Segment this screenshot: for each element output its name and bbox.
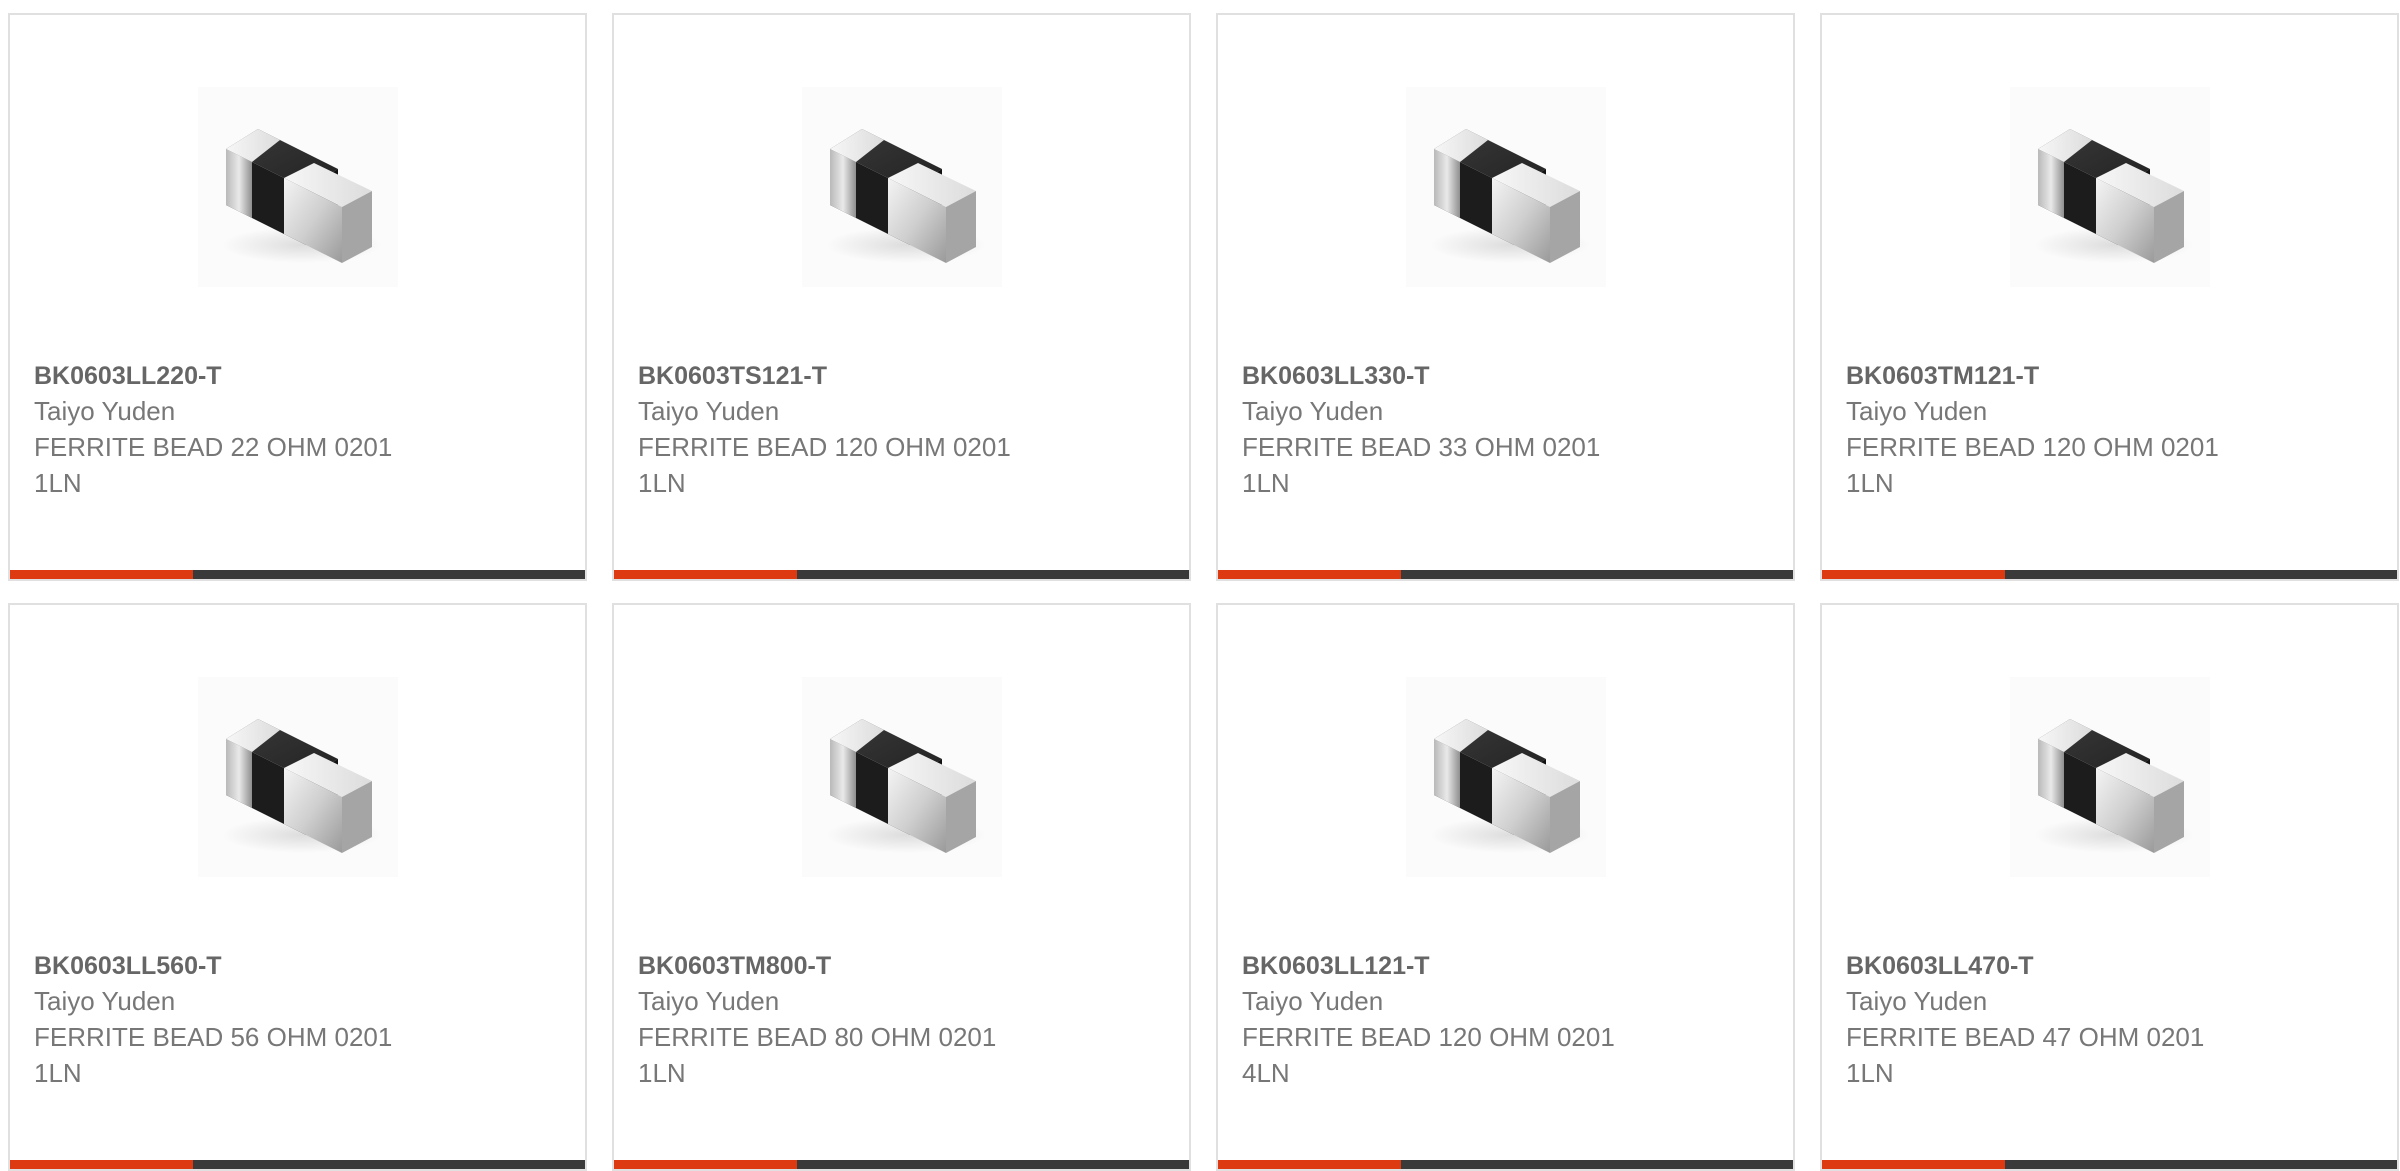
product-card[interactable]: BK0603TM800-T Taiyo Yuden FERRITE BEAD 8… — [612, 603, 1191, 1171]
part-number[interactable]: BK0603TS121-T — [638, 359, 1173, 393]
product-image[interactable] — [198, 677, 398, 877]
description: FERRITE BEAD 80 OHM 0201 — [638, 1022, 997, 1052]
card-footer-bar — [614, 570, 1189, 579]
card-footer-accent — [1822, 1160, 2005, 1169]
description: FERRITE BEAD 22 OHM 0201 — [34, 432, 393, 462]
part-number[interactable]: BK0603LL220-T — [34, 359, 569, 393]
description: FERRITE BEAD 120 OHM 0201 — [638, 432, 1011, 462]
product-info: BK0603TM800-T Taiyo Yuden FERRITE BEAD 8… — [638, 949, 1173, 1091]
product-info: BK0603LL330-T Taiyo Yuden FERRITE BEAD 3… — [1242, 359, 1777, 501]
card-footer-bar — [614, 1160, 1189, 1169]
manufacturer: Taiyo Yuden — [34, 986, 176, 1016]
line-count: 1LN — [34, 468, 82, 498]
part-number[interactable]: BK0603LL560-T — [34, 949, 569, 983]
card-footer-bar — [10, 570, 585, 579]
product-image[interactable] — [802, 87, 1002, 287]
ferrite-bead-chip-icon — [222, 129, 382, 263]
manufacturer: Taiyo Yuden — [1242, 986, 1384, 1016]
product-info: BK0603LL470-T Taiyo Yuden FERRITE BEAD 4… — [1846, 949, 2381, 1091]
description: FERRITE BEAD 33 OHM 0201 — [1242, 432, 1601, 462]
part-number[interactable]: BK0603LL121-T — [1242, 949, 1777, 983]
product-info: BK0603LL121-T Taiyo Yuden FERRITE BEAD 1… — [1242, 949, 1777, 1091]
ferrite-bead-chip-icon — [2034, 719, 2194, 853]
product-card[interactable]: BK0603LL330-T Taiyo Yuden FERRITE BEAD 3… — [1216, 13, 1795, 581]
card-footer-accent — [10, 1160, 193, 1169]
product-card[interactable]: BK0603TS121-T Taiyo Yuden FERRITE BEAD 1… — [612, 13, 1191, 581]
card-footer-accent — [1218, 1160, 1401, 1169]
product-info: BK0603LL220-T Taiyo Yuden FERRITE BEAD 2… — [34, 359, 569, 501]
card-footer-accent — [10, 570, 193, 579]
card-footer-bar — [1218, 570, 1793, 579]
description: FERRITE BEAD 47 OHM 0201 — [1846, 1022, 2205, 1052]
ferrite-bead-chip-icon — [1430, 129, 1590, 263]
product-card[interactable]: BK0603TM121-T Taiyo Yuden FERRITE BEAD 1… — [1820, 13, 2399, 581]
product-image[interactable] — [2010, 87, 2210, 287]
product-info: BK0603LL560-T Taiyo Yuden FERRITE BEAD 5… — [34, 949, 569, 1091]
description: FERRITE BEAD 120 OHM 0201 — [1242, 1022, 1615, 1052]
part-number[interactable]: BK0603LL470-T — [1846, 949, 2381, 983]
product-card[interactable]: BK0603LL560-T Taiyo Yuden FERRITE BEAD 5… — [8, 603, 587, 1171]
line-count: 1LN — [34, 1058, 82, 1088]
part-number[interactable]: BK0603TM800-T — [638, 949, 1173, 983]
card-footer-accent — [1822, 570, 2005, 579]
product-image[interactable] — [1406, 677, 1606, 877]
card-footer-bar — [1822, 570, 2397, 579]
description: FERRITE BEAD 56 OHM 0201 — [34, 1022, 393, 1052]
card-footer-accent — [614, 1160, 797, 1169]
product-info: BK0603TS121-T Taiyo Yuden FERRITE BEAD 1… — [638, 359, 1173, 501]
product-image[interactable] — [802, 677, 1002, 877]
product-info: BK0603TM121-T Taiyo Yuden FERRITE BEAD 1… — [1846, 359, 2381, 501]
product-image[interactable] — [198, 87, 398, 287]
line-count: 1LN — [1242, 468, 1290, 498]
line-count: 1LN — [1846, 468, 1894, 498]
line-count: 4LN — [1242, 1058, 1290, 1088]
line-count: 1LN — [1846, 1058, 1894, 1088]
card-footer-bar — [1822, 1160, 2397, 1169]
manufacturer: Taiyo Yuden — [34, 396, 176, 426]
line-count: 1LN — [638, 468, 686, 498]
product-grid: BK0603LL220-T Taiyo Yuden FERRITE BEAD 2… — [8, 13, 2399, 1171]
product-card[interactable]: BK0603LL121-T Taiyo Yuden FERRITE BEAD 1… — [1216, 603, 1795, 1171]
manufacturer: Taiyo Yuden — [1846, 396, 1988, 426]
ferrite-bead-chip-icon — [222, 719, 382, 853]
product-image[interactable] — [1406, 87, 1606, 287]
ferrite-bead-chip-icon — [2034, 129, 2194, 263]
product-image[interactable] — [2010, 677, 2210, 877]
part-number[interactable]: BK0603LL330-T — [1242, 359, 1777, 393]
manufacturer: Taiyo Yuden — [638, 396, 780, 426]
product-card[interactable]: BK0603LL220-T Taiyo Yuden FERRITE BEAD 2… — [8, 13, 587, 581]
card-footer-bar — [1218, 1160, 1793, 1169]
part-number[interactable]: BK0603TM121-T — [1846, 359, 2381, 393]
card-footer-accent — [614, 570, 797, 579]
ferrite-bead-chip-icon — [1430, 719, 1590, 853]
card-footer-accent — [1218, 570, 1401, 579]
manufacturer: Taiyo Yuden — [638, 986, 780, 1016]
ferrite-bead-chip-icon — [826, 129, 986, 263]
card-footer-bar — [10, 1160, 585, 1169]
manufacturer: Taiyo Yuden — [1242, 396, 1384, 426]
manufacturer: Taiyo Yuden — [1846, 986, 1988, 1016]
description: FERRITE BEAD 120 OHM 0201 — [1846, 432, 2219, 462]
line-count: 1LN — [638, 1058, 686, 1088]
product-card[interactable]: BK0603LL470-T Taiyo Yuden FERRITE BEAD 4… — [1820, 603, 2399, 1171]
ferrite-bead-chip-icon — [826, 719, 986, 853]
